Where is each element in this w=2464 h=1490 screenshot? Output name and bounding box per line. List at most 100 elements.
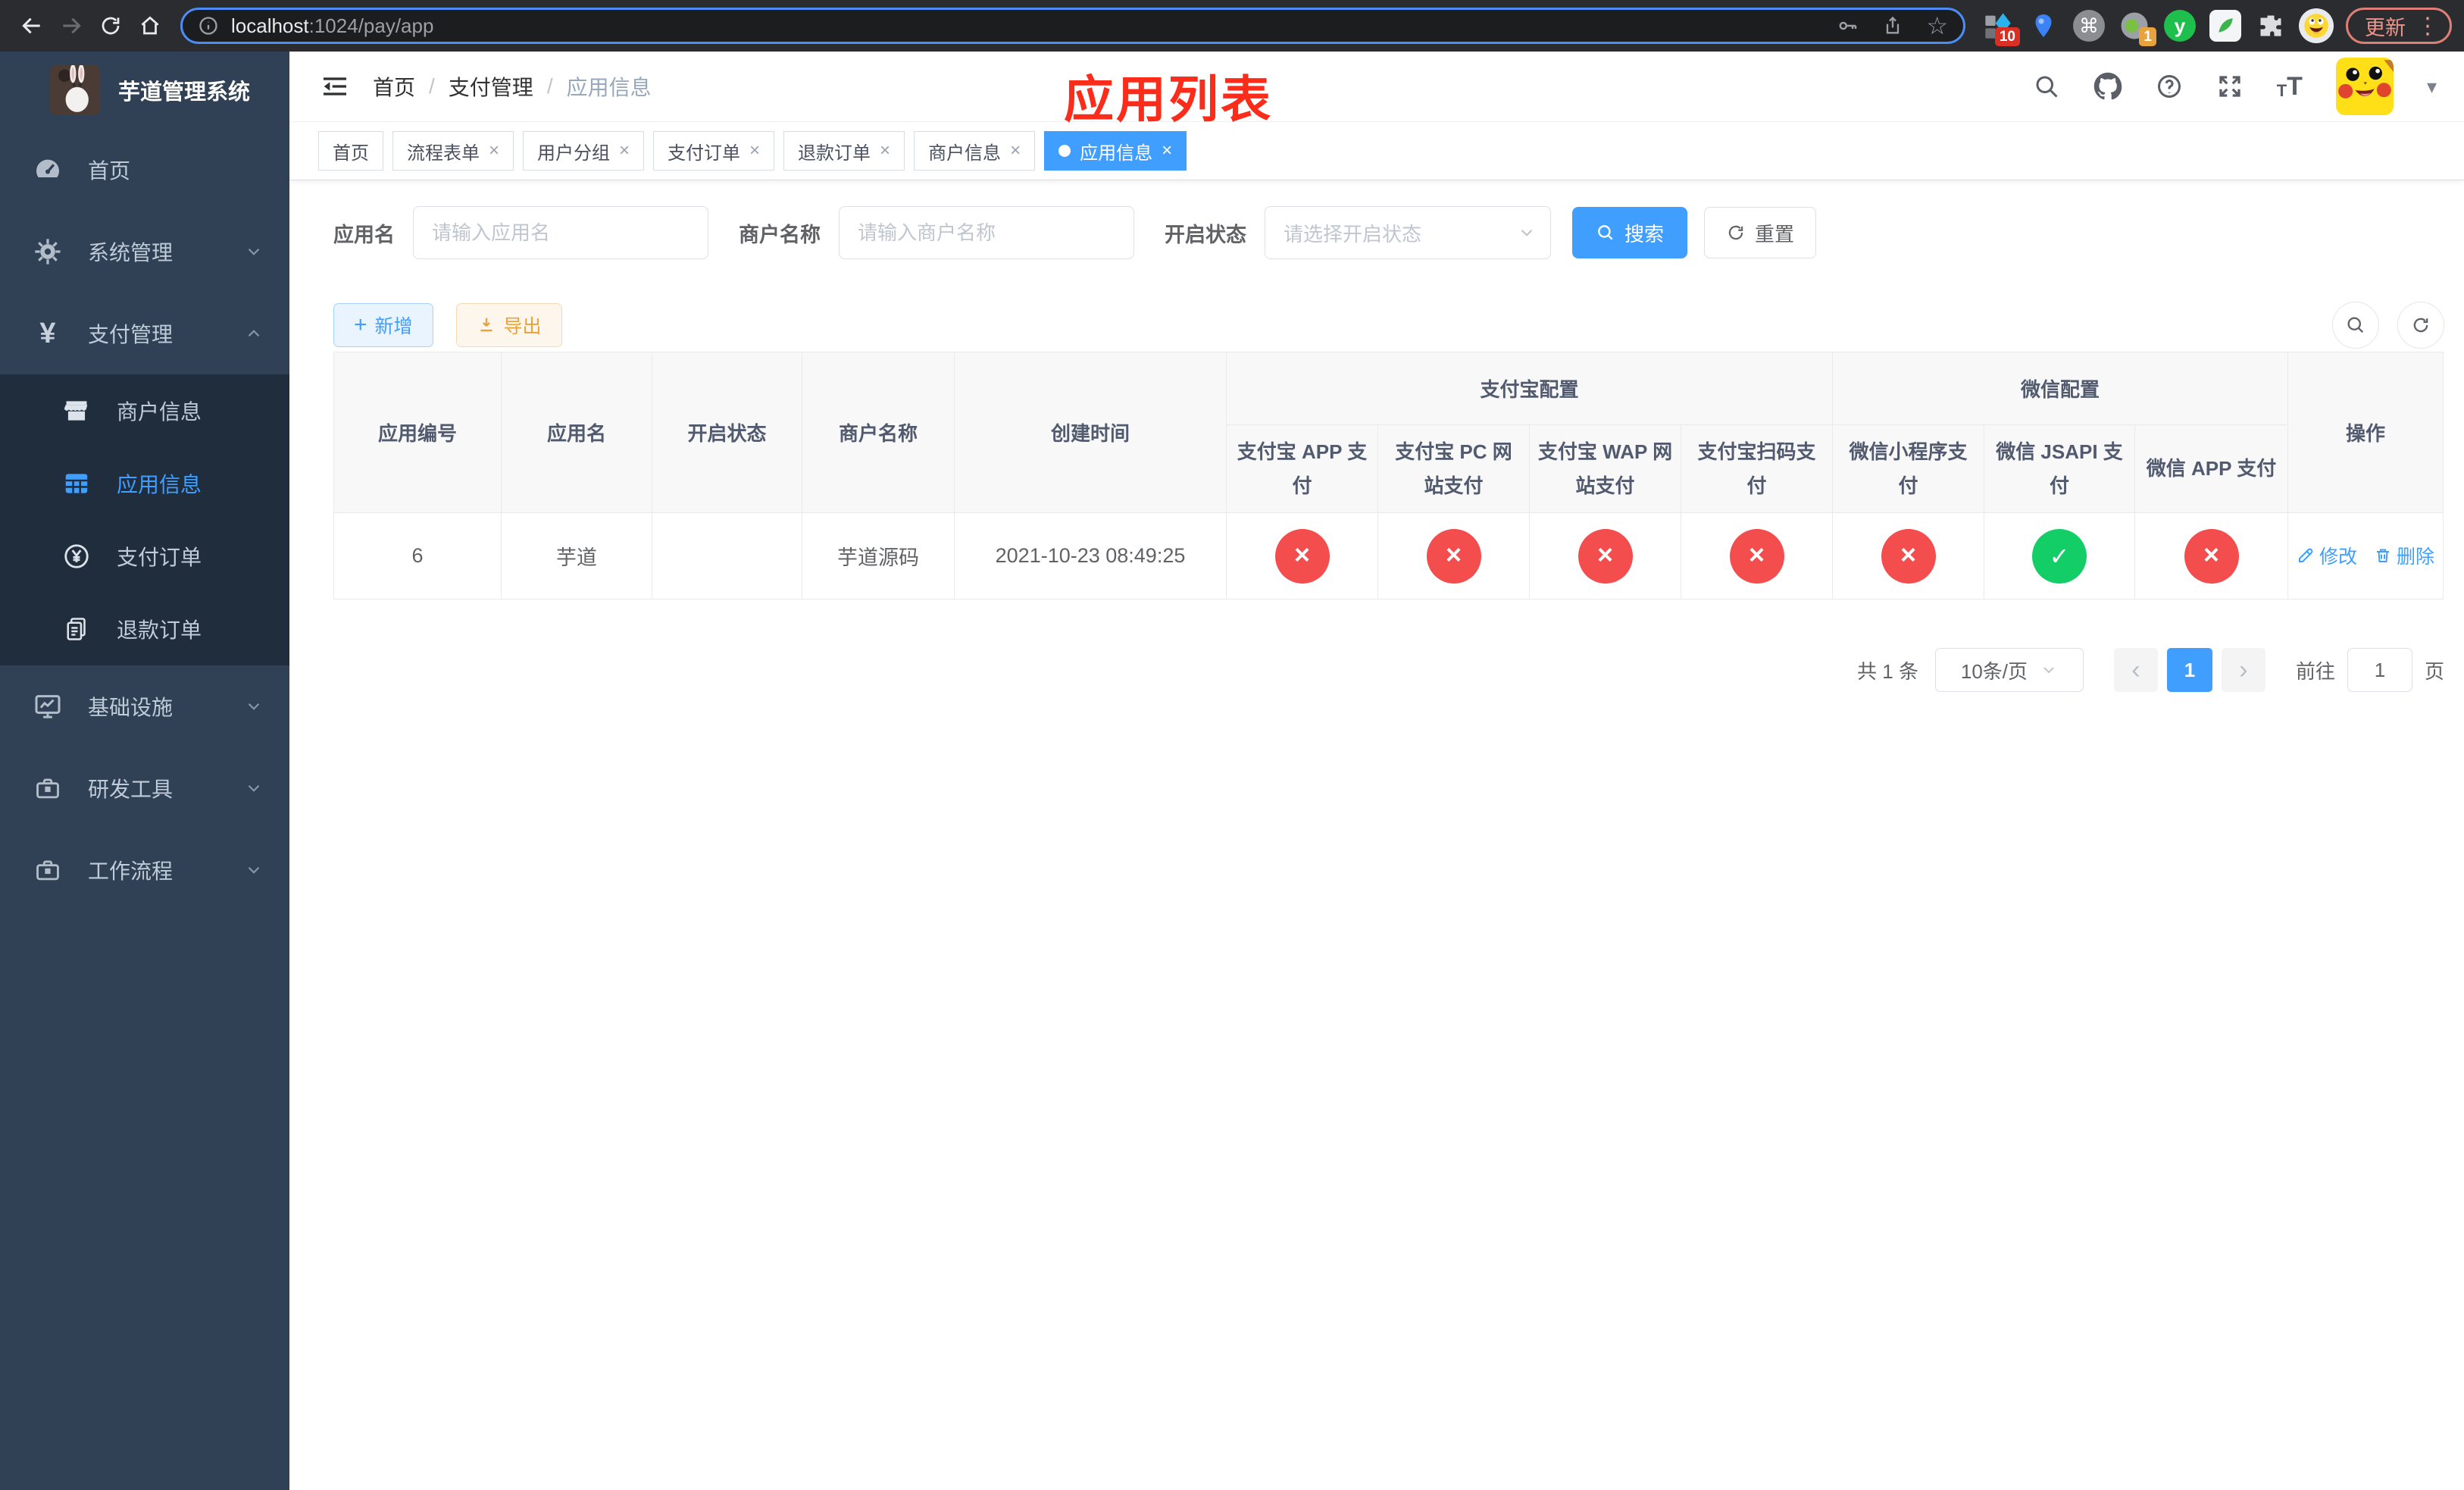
add-button[interactable]: + 新增 xyxy=(333,303,433,347)
status-badge xyxy=(1274,528,1330,584)
extension-emoji-icon[interactable] xyxy=(2299,8,2334,43)
export-button[interactable]: 导出 xyxy=(455,303,562,347)
browser-menu-icon[interactable]: ⋮ xyxy=(2416,13,2439,39)
fullscreen-icon[interactable] xyxy=(2216,73,2244,100)
prev-page-button[interactable]: ‹ xyxy=(2113,648,2158,692)
yen-circle-icon xyxy=(59,539,94,574)
sidebar-item-label: 退款订单 xyxy=(117,618,202,642)
col-status: 开启状态 xyxy=(652,352,802,513)
extension-leaf-icon[interactable] xyxy=(2208,8,2243,43)
share-icon[interactable] xyxy=(1882,15,1903,36)
close-icon[interactable]: × xyxy=(749,140,760,161)
monitor-chart-icon xyxy=(30,689,65,724)
browser-update-button[interactable]: 更新 ⋮ xyxy=(2346,8,2452,44)
extension-circle-icon[interactable]: 1 xyxy=(2117,8,2156,46)
toolbox-icon xyxy=(30,771,65,806)
sidebar-item-home[interactable]: 首页 xyxy=(0,129,289,211)
cell-wechat-jsapi xyxy=(1984,512,2135,599)
sidebar-logo[interactable]: 芋道管理系统 xyxy=(0,52,289,129)
chevron-down-icon xyxy=(244,696,264,716)
sidebar-item-workflow[interactable]: 工作流程 xyxy=(0,829,289,911)
goto-page-input[interactable] xyxy=(2347,648,2412,692)
browser-reload-icon[interactable] xyxy=(91,6,130,45)
sidebar-item-label: 应用信息 xyxy=(117,473,202,496)
goto-label: 前往 xyxy=(2295,659,2335,683)
sidebar-item-infrastructure[interactable]: 基础设施 xyxy=(0,665,289,747)
close-icon[interactable]: × xyxy=(1010,140,1021,161)
reset-button[interactable]: 重置 xyxy=(1704,207,1817,258)
close-icon[interactable]: × xyxy=(1162,140,1172,161)
col-create-time: 创建时间 xyxy=(954,352,1227,513)
extension-command-icon[interactable]: ⌘ xyxy=(2072,8,2106,43)
chevron-down-icon xyxy=(244,778,264,798)
tab-merchant-info[interactable]: 商户信息 × xyxy=(914,131,1036,171)
bookmark-star-icon[interactable]: ☆ xyxy=(1926,14,1948,38)
search-icon[interactable] xyxy=(2033,73,2060,100)
sidebar-item-payment[interactable]: ¥ 支付管理 xyxy=(0,293,289,374)
breadcrumb-payment[interactable]: 支付管理 xyxy=(449,71,533,102)
password-key-icon[interactable] xyxy=(1837,14,1859,37)
close-icon[interactable]: × xyxy=(489,140,499,161)
tab-home[interactable]: 首页 xyxy=(318,131,383,171)
logo-image xyxy=(50,65,100,115)
pagination: 共 1 条 10条/页 ‹ 1 › 前往 页 xyxy=(333,648,2444,692)
tab-pay-orders[interactable]: 支付订单 × xyxy=(653,131,775,171)
github-icon[interactable] xyxy=(2093,72,2122,101)
browser-back-icon[interactable] xyxy=(12,6,52,45)
chevron-down-icon xyxy=(2043,667,2054,674)
tab-user-group[interactable]: 用户分组 × xyxy=(523,131,645,171)
sidebar-item-dev-tools[interactable]: 研发工具 xyxy=(0,747,289,829)
page-size-select[interactable]: 10条/页 xyxy=(1934,648,2084,692)
status-select[interactable]: 请选择开启状态 xyxy=(1265,206,1551,259)
next-page-button[interactable]: › xyxy=(2221,648,2265,692)
merchant-name-label: 商户名称 xyxy=(739,223,821,246)
search-button[interactable]: 搜索 xyxy=(1572,207,1688,258)
sidebar-item-system[interactable]: 系统管理 xyxy=(0,211,289,293)
close-icon[interactable]: × xyxy=(880,140,890,161)
sidebar-item-refund-orders[interactable]: 退款订单 xyxy=(0,593,289,665)
show-search-button[interactable] xyxy=(2332,302,2379,349)
site-info-icon[interactable] xyxy=(198,15,219,36)
dashboard-icon xyxy=(30,152,65,187)
extension-green-icon[interactable]: y xyxy=(2162,8,2197,43)
close-icon[interactable]: × xyxy=(619,140,630,161)
status-badge xyxy=(1729,528,1784,584)
tab-app-info[interactable]: 应用信息 × xyxy=(1044,131,1187,171)
edit-link[interactable]: 修改 xyxy=(2297,542,2357,569)
extension-diamond-icon[interactable]: 10 xyxy=(1981,8,2020,46)
col-group-alipay: 支付宝配置 xyxy=(1226,352,1833,425)
font-size-icon[interactable]: TT xyxy=(2277,74,2303,99)
tab-process-form[interactable]: 流程表单 × xyxy=(392,131,514,171)
sidebar-item-label: 基础设施 xyxy=(88,696,174,719)
gear-icon xyxy=(30,234,65,269)
breadcrumb-home[interactable]: 首页 xyxy=(373,71,415,102)
help-icon[interactable] xyxy=(2156,73,2183,100)
col-group-wechat: 微信配置 xyxy=(1832,352,2288,425)
delete-link[interactable]: 删除 xyxy=(2374,542,2434,569)
avatar-caret-icon[interactable]: ▾ xyxy=(2427,75,2437,99)
extension-badge: 10 xyxy=(1994,27,2020,46)
refresh-button[interactable] xyxy=(2397,302,2444,349)
topbar: 首页 / 支付管理 / 应用信息 TT ▾ xyxy=(289,52,2464,121)
sidebar-item-label: 首页 xyxy=(88,159,131,183)
sidebar-item-pay-orders[interactable]: 支付订单 xyxy=(0,520,289,593)
cell-status xyxy=(652,512,802,599)
user-avatar[interactable] xyxy=(2335,58,2394,115)
refresh-icon xyxy=(2413,318,2428,333)
sidebar-fold-icon[interactable] xyxy=(317,68,353,105)
address-bar[interactable]: localhost:1024/pay/app ☆ xyxy=(180,8,1965,44)
sidebar-item-merchant-info[interactable]: 商户信息 xyxy=(0,374,289,447)
cell-alipay-pc xyxy=(1377,512,1530,599)
sidebar: 芋道管理系统 首页 系统管理 ¥ 支付管理 商户信息 应用信息 支付订单 退款订… xyxy=(0,52,289,1490)
tab-refund-orders[interactable]: 退款订单 × xyxy=(783,131,905,171)
col-wechat-app: 微信 APP 支付 xyxy=(2134,424,2288,513)
extensions-puzzle-icon[interactable] xyxy=(2253,8,2288,43)
extension-pin-icon[interactable] xyxy=(2026,8,2061,43)
merchant-name-input[interactable] xyxy=(839,206,1134,259)
browser-forward-icon[interactable] xyxy=(52,6,91,45)
toggle-knob xyxy=(699,559,724,584)
page-number-button[interactable]: 1 xyxy=(2166,648,2212,692)
sidebar-item-app-info[interactable]: 应用信息 xyxy=(0,447,289,520)
browser-home-icon[interactable] xyxy=(130,6,170,45)
app-name-input[interactable] xyxy=(413,206,708,259)
